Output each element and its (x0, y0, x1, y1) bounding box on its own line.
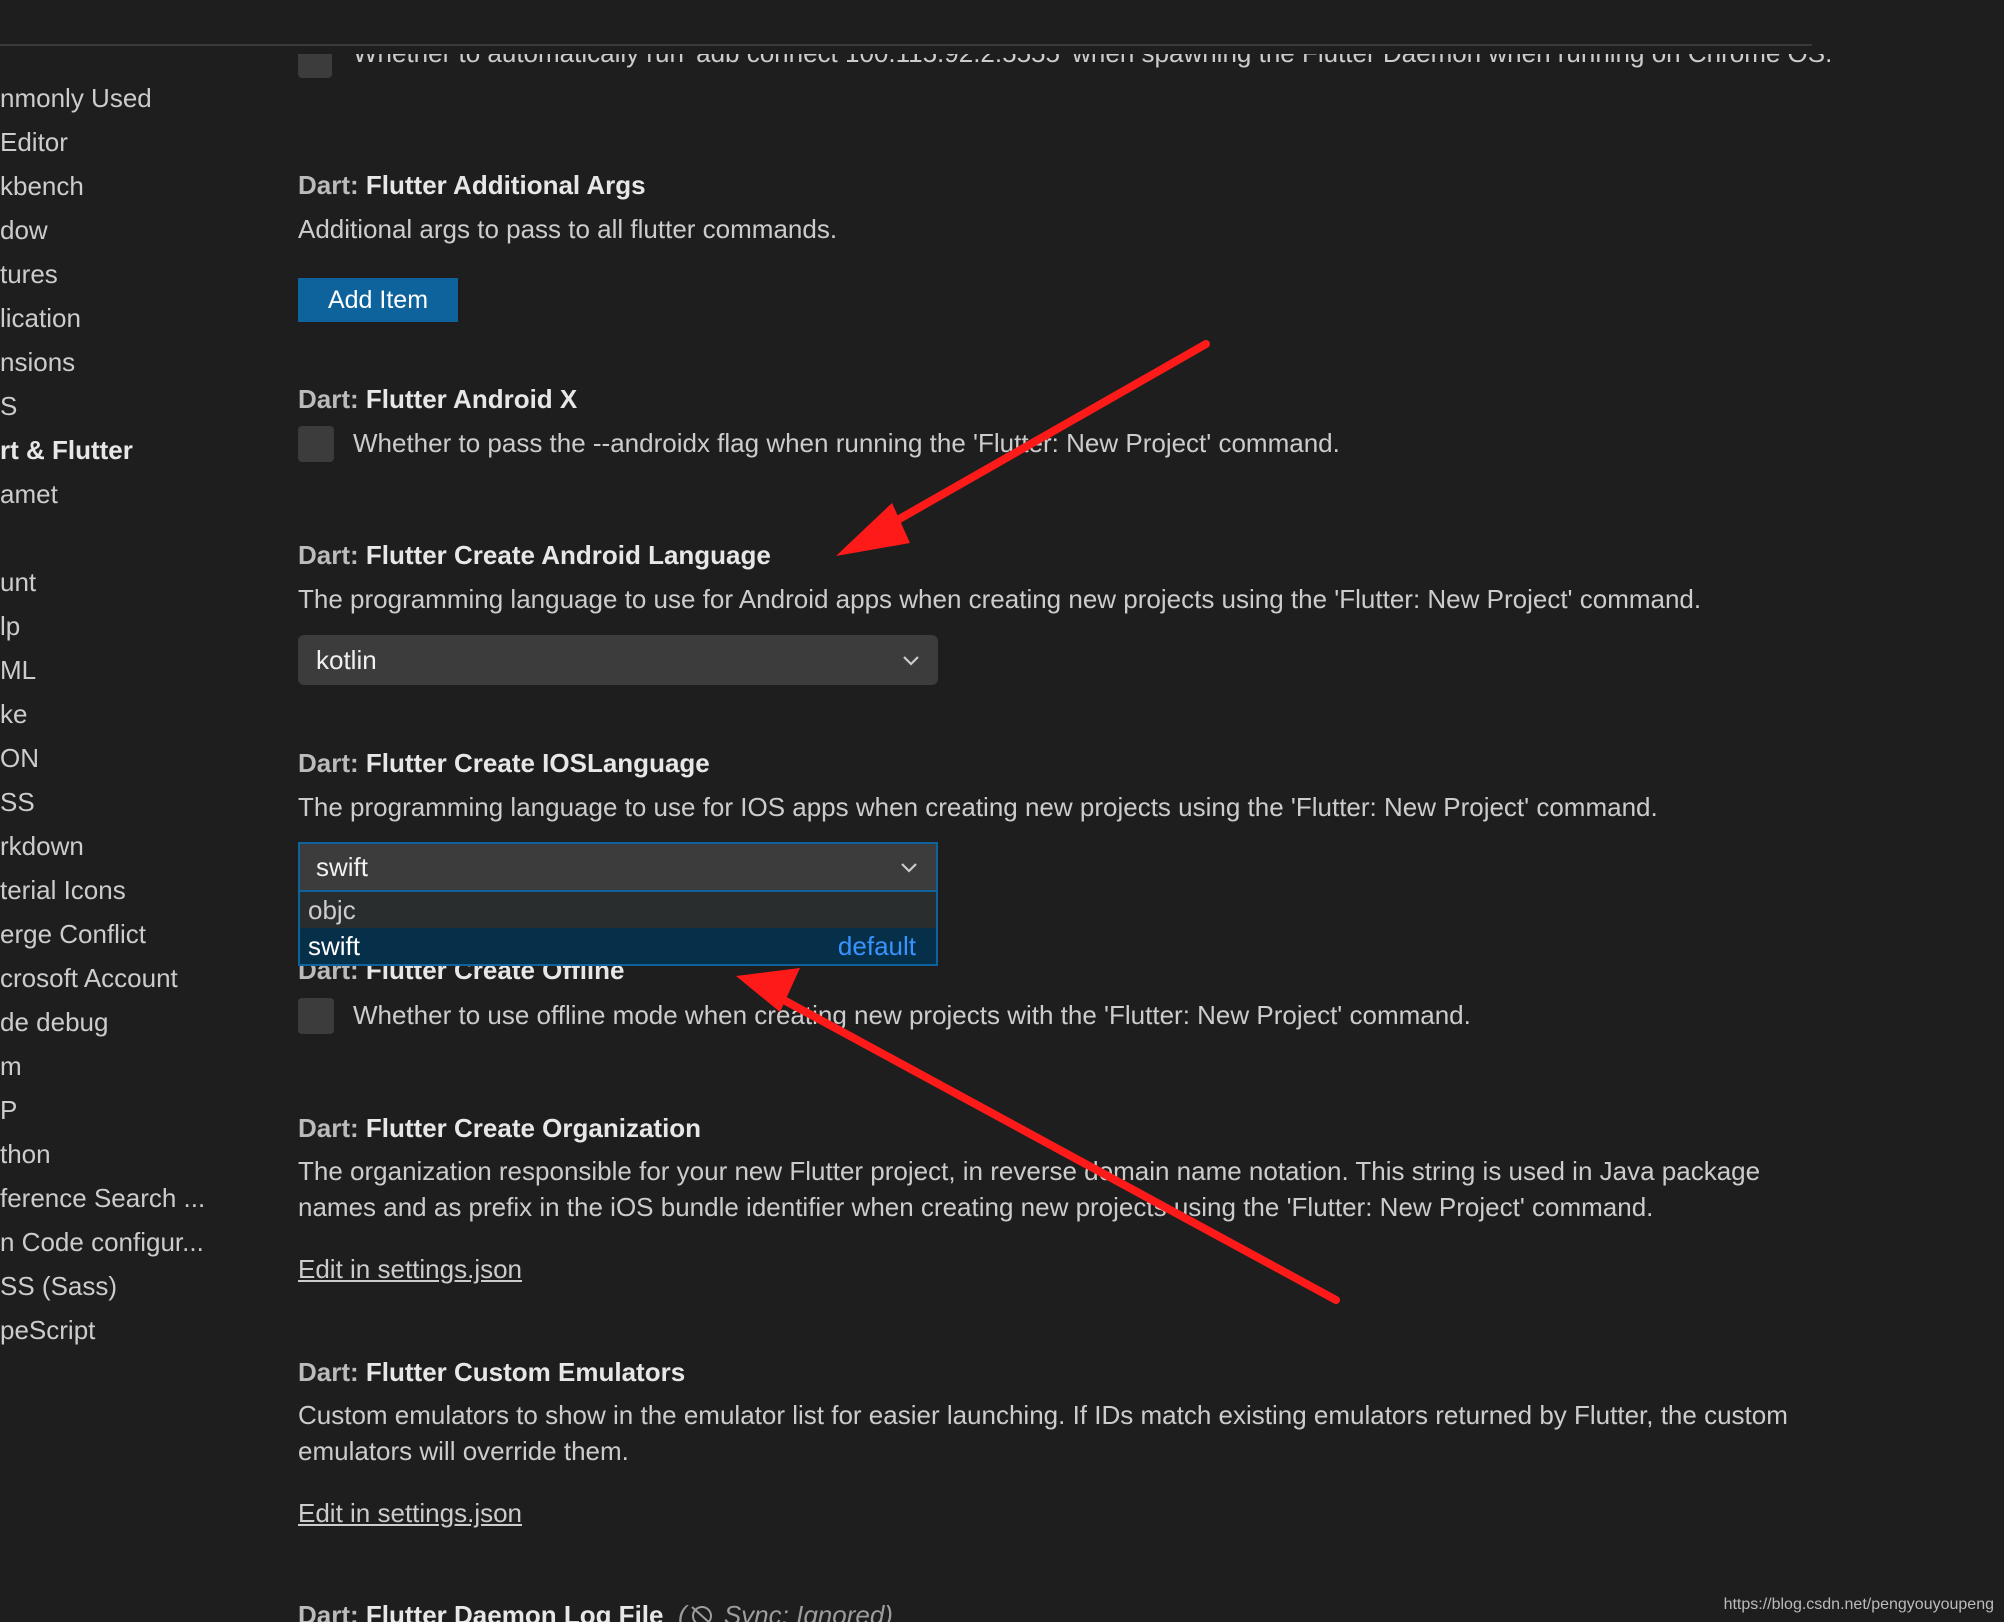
setting-name: Flutter Daemon Log File (365, 1600, 664, 1622)
setting-description: The organization responsible for your ne… (298, 1156, 1761, 1186)
toc-item[interactable]: de debug (0, 1002, 108, 1042)
toc-item[interactable]: S (0, 386, 17, 426)
toc-item[interactable]: rkdown (0, 826, 84, 866)
toc-item[interactable]: SS (0, 782, 35, 822)
setting-category: Dart: (298, 748, 366, 778)
setting-description: Additional args to pass to all flutter c… (298, 214, 838, 244)
setting-name: Flutter Additional Args (365, 170, 646, 200)
setting-category: Dart: (298, 1113, 366, 1143)
default-tag: default (837, 931, 916, 961)
setting-name: Flutter Android X (365, 384, 578, 414)
setting-category: Dart: (298, 170, 366, 200)
toc-item[interactable]: dow (0, 210, 48, 250)
toc-item[interactable]: P (0, 1090, 17, 1130)
toc-item[interactable]: SS (Sass) (0, 1266, 117, 1306)
checkbox-label: Whether to use offline mode when creatin… (353, 1000, 1471, 1030)
top-divider (0, 44, 1812, 46)
setting-title-android-x: Dart: Flutter Android X (298, 384, 577, 415)
toc-item[interactable]: ference Search ... (0, 1178, 205, 1218)
edit-in-settings-json-link[interactable]: Edit in settings.json (298, 1498, 522, 1529)
toc-item[interactable]: ON (0, 738, 39, 778)
setting-title-android-language: Dart: Flutter Create Android Language (298, 540, 771, 571)
toc-item[interactable]: nmonly Used (0, 78, 152, 118)
sync-ignored-indicator: ( Sync: Ignored) (671, 1600, 893, 1622)
sync-label: Sync: Ignored) (723, 1600, 893, 1622)
ios-language-select[interactable]: swift (298, 842, 938, 892)
toc-item-dart-flutter[interactable]: rt & Flutter (0, 430, 133, 470)
toc-item[interactable]: erge Conflict (0, 914, 146, 954)
setting-description: The programming language to use for Andr… (298, 584, 1702, 614)
dropdown-option-swift[interactable]: swift default (300, 928, 936, 964)
checkbox-label: Whether to pass the --androidx flag when… (353, 428, 1340, 458)
edit-in-settings-json-link[interactable]: Edit in settings.json (298, 1254, 522, 1285)
select-value: kotlin (316, 645, 377, 675)
setting-description: Custom emulators to show in the emulator… (298, 1400, 1788, 1430)
dropdown-option-objc[interactable]: objc (300, 892, 936, 928)
toc-item[interactable]: nsions (0, 342, 75, 382)
toc-item[interactable]: ke (0, 694, 27, 734)
setting-name: Flutter Create Android Language (365, 540, 771, 570)
toc-item[interactable]: tures (0, 254, 58, 294)
watermark: https://blog.csdn.net/pengyouyoupeng (1723, 1596, 1994, 1613)
toc-item[interactable]: n Code configur... (0, 1222, 204, 1262)
setting-name: Flutter Create IOSLanguage (365, 748, 710, 778)
select-value: swift (316, 852, 368, 882)
setting-name: Flutter Custom Emulators (365, 1357, 686, 1387)
toc-item[interactable]: ML (0, 650, 36, 690)
setting-description: Whether to automatically run 'adb connec… (353, 54, 1832, 69)
ios-language-dropdown: objc swift default (298, 892, 938, 966)
toc-item[interactable]: amet (0, 474, 58, 514)
toc-item[interactable]: kbench (0, 166, 84, 206)
sync-ignored-icon (690, 1606, 712, 1622)
toc-item[interactable]: crosoft Account (0, 958, 178, 998)
setting-description: The programming language to use for IOS … (298, 792, 1658, 822)
toc-item[interactable]: terial Icons (0, 870, 126, 910)
clipped-setting: Whether to automatically run 'adb connec… (298, 54, 1838, 86)
checkbox-adb-connect[interactable] (298, 54, 332, 78)
checkbox-offline[interactable] (298, 998, 334, 1034)
toc-item[interactable]: lp (0, 606, 20, 646)
chevron-down-icon (903, 656, 919, 666)
toc-item[interactable]: Editor (0, 122, 68, 162)
setting-name: Flutter Create Organization (365, 1113, 702, 1143)
setting-title-custom-emulators: Dart: Flutter Custom Emulators (298, 1357, 685, 1388)
setting-description: emulators will override them. (298, 1436, 629, 1466)
add-item-button[interactable]: Add Item (298, 278, 458, 322)
setting-category: Dart: (298, 1357, 366, 1387)
setting-title-ios-language: Dart: Flutter Create IOSLanguage (298, 748, 710, 779)
toc-item[interactable]: thon (0, 1134, 51, 1174)
setting-category: Dart: (298, 1600, 366, 1622)
toc-item[interactable]: unt (0, 562, 36, 602)
option-label: swift (308, 931, 360, 961)
android-language-select[interactable]: kotlin (298, 635, 938, 685)
chevron-down-icon (901, 863, 917, 873)
setting-title-daemon-log: Dart: Flutter Daemon Log File ( Sync: Ig… (298, 1600, 1298, 1622)
setting-category: Dart: (298, 540, 366, 570)
toc-item[interactable]: peScript (0, 1310, 95, 1350)
checkbox-android-x[interactable] (298, 426, 334, 462)
setting-category: Dart: (298, 384, 366, 414)
setting-description: names and as prefix in the iOS bundle id… (298, 1192, 1654, 1222)
setting-title-organization: Dart: Flutter Create Organization (298, 1113, 701, 1144)
option-label: objc (308, 895, 356, 925)
toc-item[interactable]: m (0, 1046, 22, 1086)
toc-item[interactable]: lication (0, 298, 81, 338)
setting-title-additional-args: Dart: Flutter Additional Args (298, 170, 646, 201)
